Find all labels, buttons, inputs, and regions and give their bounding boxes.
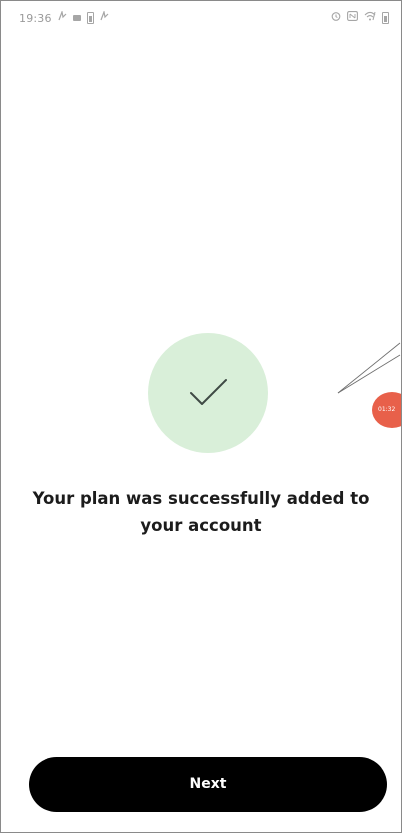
video-icon — [72, 15, 81, 21]
success-message-line-2: your account — [140, 516, 262, 535]
signal-icon — [100, 9, 109, 25]
signal-icon — [58, 9, 67, 25]
recording-timer-text: 01:32 — [378, 406, 396, 413]
wifi-icon — [364, 11, 376, 25]
recording-timer-bubble[interactable]: 01:32 — [372, 392, 401, 428]
next-button[interactable]: Next — [29, 757, 387, 812]
success-message-line-1: Your plan was successfully added to — [32, 489, 370, 508]
status-bar: 19:36 — [1, 1, 401, 35]
success-screen: 19:36 01:32 Your plan was successfully a… — [0, 0, 402, 833]
status-bar-right — [331, 11, 389, 25]
success-circle — [148, 333, 268, 453]
battery-saver-icon — [86, 12, 94, 24]
battery-icon — [382, 12, 389, 24]
success-message: Your plan was successfully added to your… — [1, 485, 401, 539]
nfc-icon — [347, 11, 358, 25]
status-time: 19:36 — [19, 11, 52, 25]
checkmark-icon — [190, 379, 227, 405]
status-bar-left: 19:36 — [19, 9, 109, 25]
alarm-icon — [331, 11, 341, 25]
